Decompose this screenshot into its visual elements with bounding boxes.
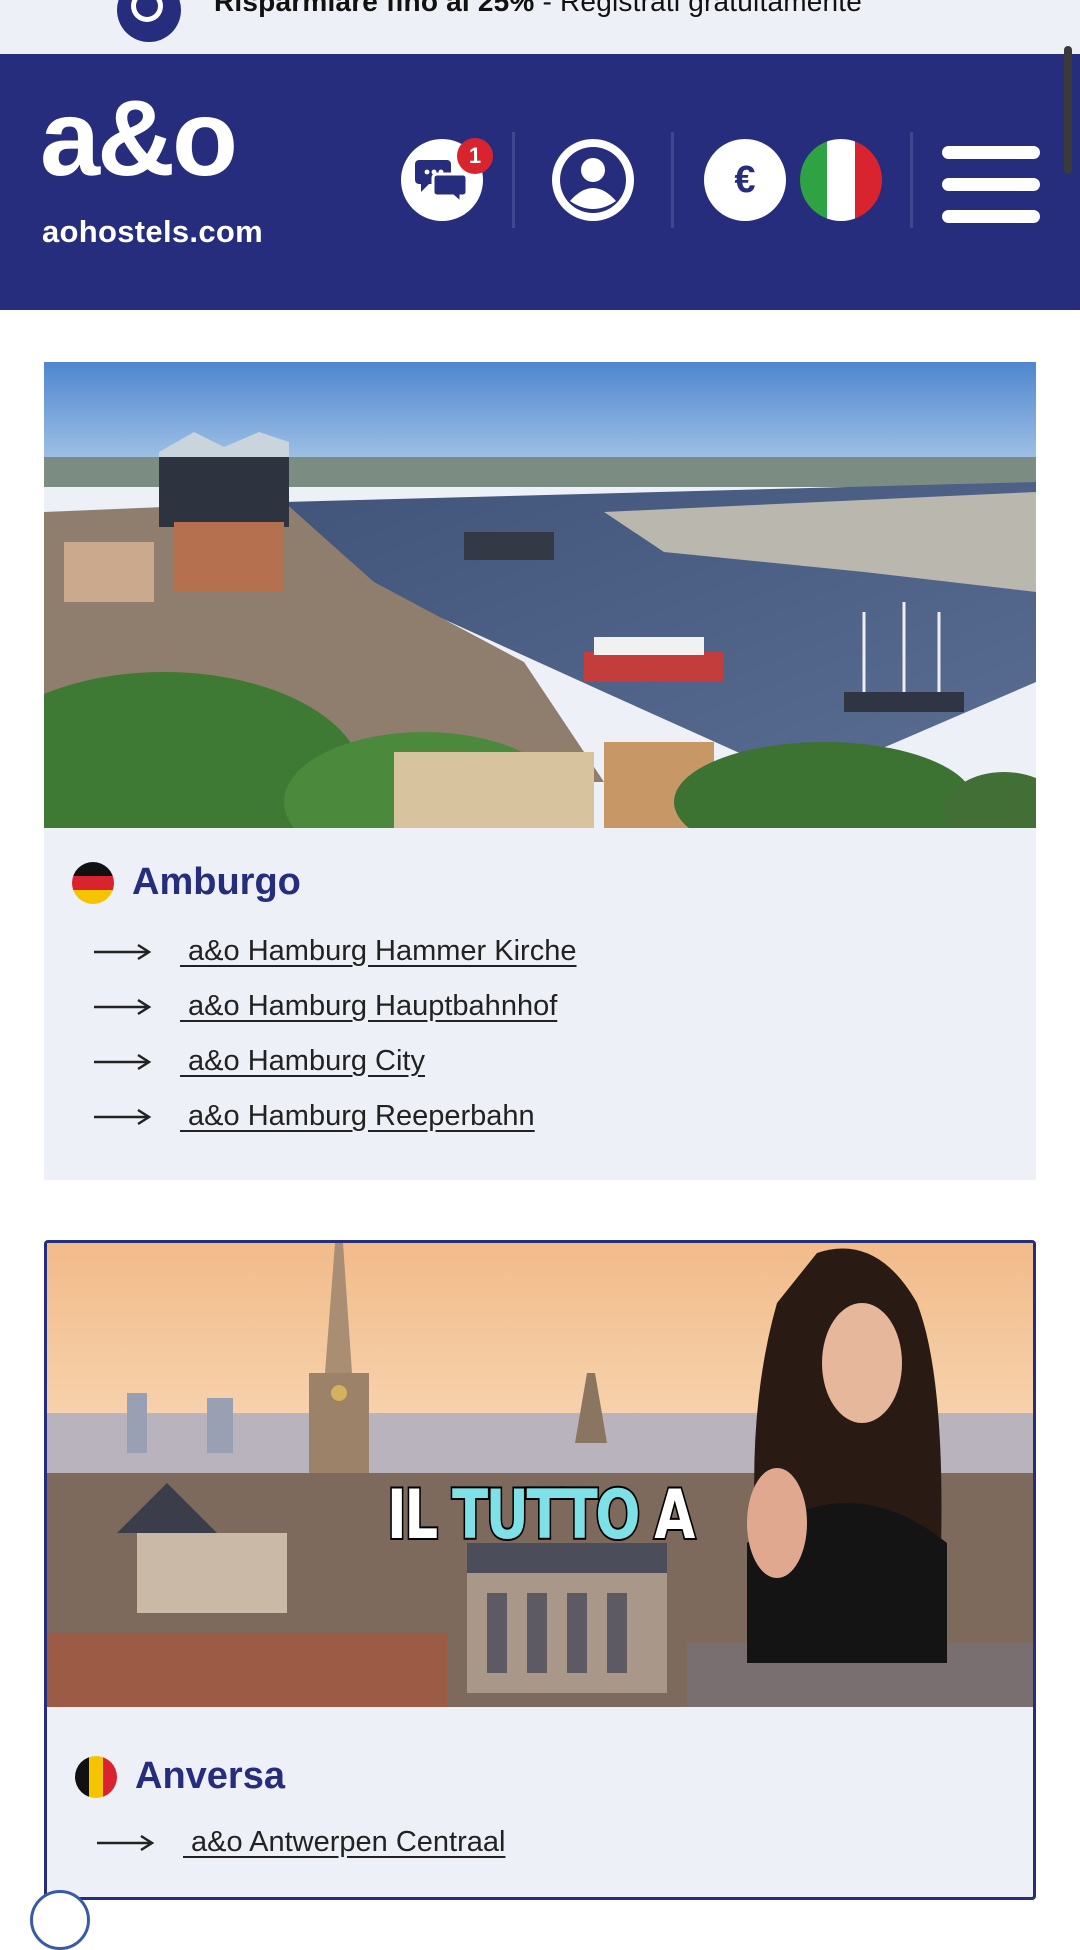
header-divider xyxy=(512,132,515,228)
city-name: Anversa xyxy=(135,1755,285,1797)
destination-card-antwerp: Anversa a&o Antwerpen Centraal xyxy=(44,1240,1036,1900)
hostel-link[interactable]: a&o Hamburg City xyxy=(180,1045,425,1078)
arrow-right-icon xyxy=(97,1834,155,1851)
site-header: a&o aohostels.com 1 € xyxy=(0,54,1080,310)
germany-flag-icon xyxy=(72,861,114,904)
logo-domain[interactable]: aohostels.com xyxy=(42,214,263,250)
menu-icon[interactable] xyxy=(942,146,1040,223)
hamburg-photo[interactable] xyxy=(44,362,1036,828)
refresh-icon xyxy=(117,0,181,42)
euro-icon: € xyxy=(734,158,756,201)
list-item: a&o Antwerpen Centraal xyxy=(95,1815,505,1870)
hostel-link[interactable]: a&o Hamburg Hauptbahnhof xyxy=(180,990,557,1023)
list-item: a&o Hamburg Hauptbahnhof xyxy=(92,979,576,1034)
list-item: a&o Hamburg Reeperbahn xyxy=(92,1089,576,1144)
hostel-link[interactable]: a&o Hamburg Reeperbahn xyxy=(180,1100,535,1133)
chat-notification-badge: 1 xyxy=(457,138,493,174)
header-divider xyxy=(910,132,913,228)
promo-banner[interactable]: Risparmiare fino al 25% - Registrati gra… xyxy=(0,0,1080,54)
logo[interactable]: a&o xyxy=(40,84,238,192)
arrow-right-icon xyxy=(94,998,152,1015)
arrow-right-icon xyxy=(94,1108,152,1125)
list-item: a&o Hamburg Hammer Kirche xyxy=(92,924,576,979)
account-button[interactable] xyxy=(552,139,634,221)
promo-text: Risparmiare fino al 25% - Registrati gra… xyxy=(214,0,863,17)
belgium-flag-icon xyxy=(75,1755,117,1798)
hostel-list: a&o Antwerpen Centraal xyxy=(95,1815,505,1870)
antwerp-photo[interactable] xyxy=(47,1243,1033,1707)
video-caption: IL TUTTO A xyxy=(385,1474,697,1557)
hostel-list: a&o Hamburg Hammer Kirche a&o Hamburg Ha… xyxy=(92,924,576,1144)
header-divider xyxy=(671,132,674,228)
arrow-right-icon xyxy=(94,1053,152,1070)
list-item: a&o Hamburg City xyxy=(92,1034,576,1089)
city-heading: Amburgo xyxy=(72,861,301,904)
city-name: Amburgo xyxy=(132,861,301,903)
scrollbar[interactable] xyxy=(1064,46,1072,174)
destination-card-hamburg: Amburgo a&o Hamburg Hammer Kirche a&o Ha… xyxy=(44,362,1036,1180)
floating-action-icon[interactable] xyxy=(30,1890,90,1950)
hostel-link[interactable]: a&o Hamburg Hammer Kirche xyxy=(180,935,576,968)
hostel-link[interactable]: a&o Antwerpen Centraal xyxy=(183,1826,505,1859)
currency-button[interactable]: € xyxy=(704,139,786,221)
arrow-right-icon xyxy=(94,943,152,960)
user-icon xyxy=(560,147,626,213)
italy-flag-icon[interactable] xyxy=(800,139,882,221)
city-heading: Anversa xyxy=(75,1755,285,1798)
